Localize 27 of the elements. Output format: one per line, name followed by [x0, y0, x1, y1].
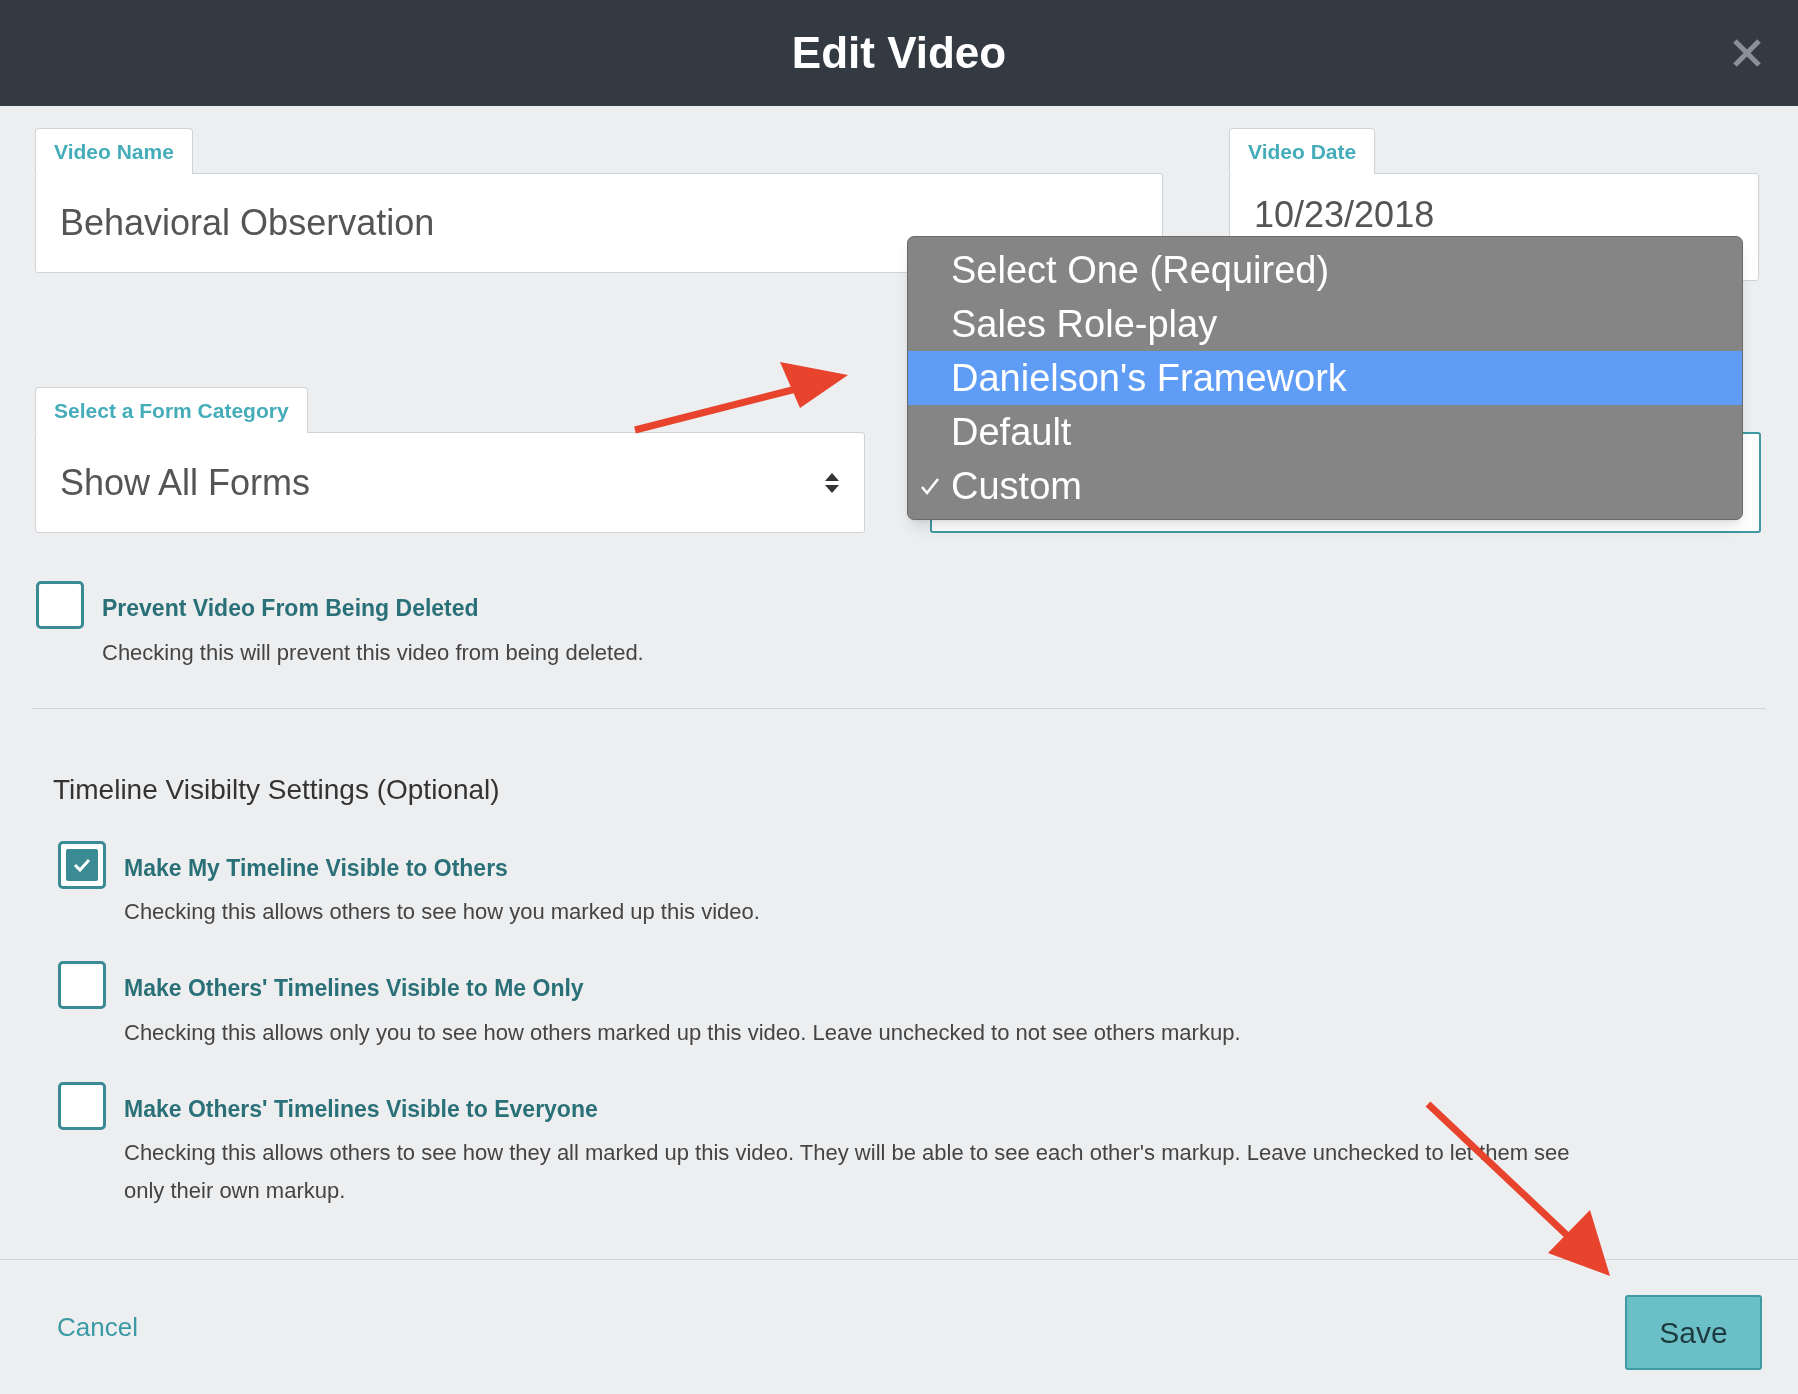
option-label: Make Others' Timelines Visible to Me Only	[124, 974, 585, 1003]
checkbox[interactable]	[36, 581, 84, 629]
checkbox[interactable]	[58, 1081, 106, 1130]
field-label: Video Date	[1229, 128, 1376, 174]
menu-item[interactable]: Custom	[908, 459, 1742, 513]
option-description: Checking this allows only you to see how others marked up this video. Leave unchecked to not see others markup.	[124, 1018, 1241, 1047]
cancel-link[interactable]: Cancel	[57, 1307, 138, 1347]
checkmark-icon	[73, 857, 91, 872]
dialog-title: Edit Video	[791, 27, 1007, 79]
save-button[interactable]: Save	[1625, 1294, 1762, 1370]
field-label: Video Name	[35, 128, 193, 174]
checkbox[interactable]	[58, 961, 106, 1009]
form-category-select[interactable]: Show All Forms	[35, 432, 865, 533]
close-icon[interactable]	[1732, 38, 1762, 68]
option-label: Prevent Video From Being Deleted	[102, 594, 480, 623]
option-description: Checking this will prevent this video from being deleted.	[102, 638, 644, 667]
checkmark-icon	[919, 477, 940, 495]
menu-item[interactable]: Sales Role-play	[908, 297, 1742, 351]
option-label: Make Others' Timelines Visible to Everyone	[124, 1094, 599, 1124]
option-label: Make My Timeline Visible to Others	[124, 853, 509, 883]
menu-item[interactable]: Danielson's Framework	[908, 351, 1742, 405]
sort-icon	[824, 471, 840, 494]
section-heading: Timeline Visibilty Settings (Optional)	[53, 772, 501, 807]
checkbox[interactable]	[58, 840, 106, 889]
menu-item[interactable]: Default	[908, 405, 1742, 459]
field-label: Select a Form Category	[35, 387, 308, 433]
option-description: Checking this allows others to see how you marked up this video.	[124, 898, 760, 926]
